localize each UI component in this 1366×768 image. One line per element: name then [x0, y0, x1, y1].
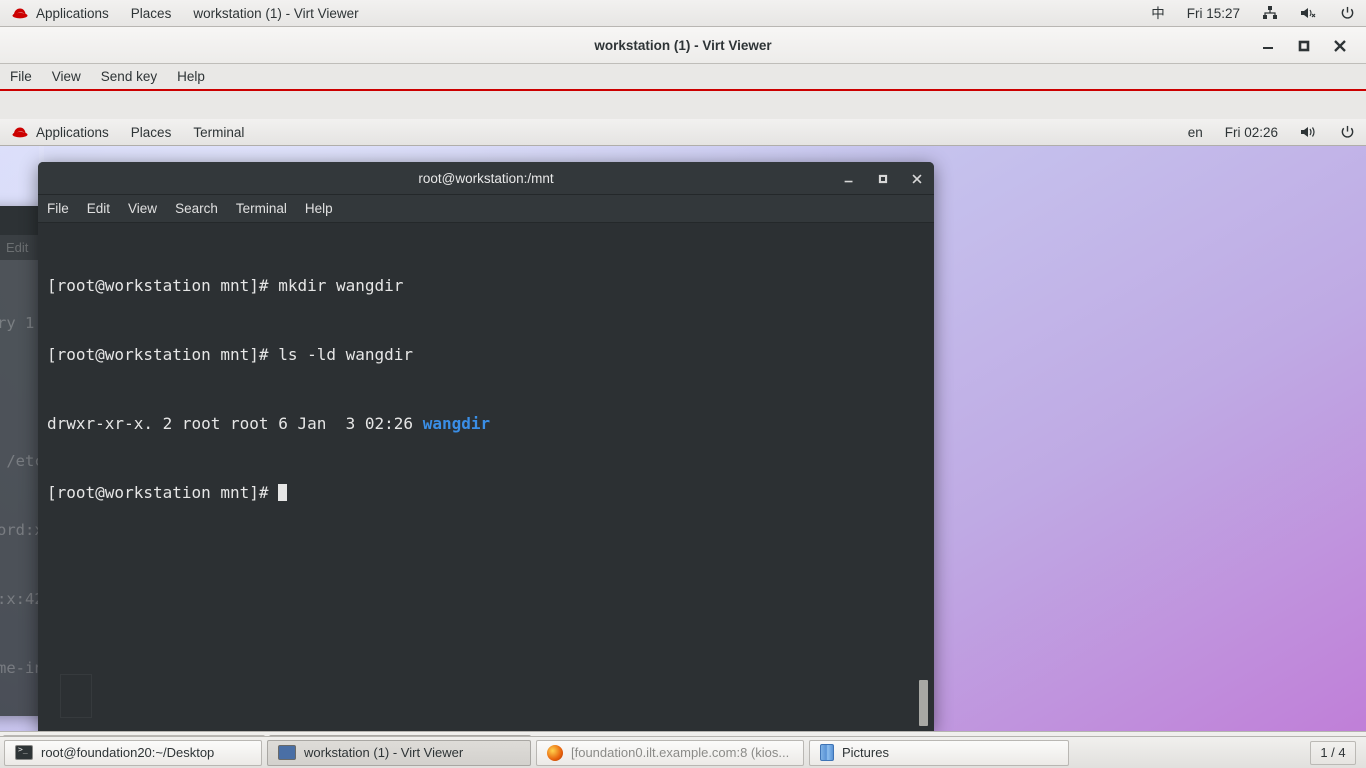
- virt-menu-send-key[interactable]: Send key: [91, 63, 167, 90]
- fg-ls-dirname: wangdir: [422, 414, 491, 433]
- fg-menu-help[interactable]: Help: [296, 195, 342, 223]
- fg-term-line-3: drwxr-xr-x. 2 root root 6 Jan 3 02:26 wa…: [47, 412, 934, 435]
- host-places-label: Places: [130, 5, 172, 21]
- guest-active-app[interactable]: Terminal: [182, 119, 255, 146]
- power-icon: [1341, 6, 1354, 19]
- host-volume-status[interactable]: [1289, 0, 1329, 27]
- host-task-label: [foundation0.ilt.example.com:8 (kios...: [571, 745, 790, 760]
- fg-menu-edit[interactable]: Edit: [78, 195, 119, 223]
- maximize-icon[interactable]: [1296, 38, 1312, 54]
- guest-clock[interactable]: Fri 02:26: [1214, 119, 1289, 146]
- fg-prompt-2: [root@workstation mnt]#: [47, 345, 279, 364]
- guest-places-label: Places: [130, 124, 172, 140]
- minimize-icon[interactable]: [842, 172, 856, 186]
- foreground-terminal-title: root@workstation:/mnt: [418, 171, 554, 186]
- foreground-terminal-window-controls: [842, 162, 924, 195]
- fg-menu-search[interactable]: Search: [166, 195, 227, 223]
- host-task-button-virt-viewer[interactable]: workstation (1) - Virt Viewer: [267, 739, 531, 766]
- host-power-menu[interactable]: [1329, 0, 1366, 27]
- terminal-inner-shadow: [60, 674, 92, 718]
- host-applications-menu[interactable]: Applications: [0, 0, 120, 27]
- terminal-scrollbar[interactable]: [919, 680, 928, 726]
- host-clock-label: Fri 15:27: [1186, 5, 1240, 21]
- host-active-window-label: workstation (1) - Virt Viewer: [193, 5, 359, 21]
- volume-muted-icon: [1301, 8, 1316, 18]
- fg-prompt-3: [root@workstation mnt]#: [47, 483, 279, 502]
- guest-applications-label: Applications: [36, 124, 109, 140]
- fg-menu-view[interactable]: View: [119, 195, 166, 223]
- guest-top-panel: Applications Places Terminal en Fri 02:2…: [0, 119, 1366, 146]
- virt-viewer-window-controls: [1260, 27, 1358, 64]
- close-icon[interactable]: [1332, 38, 1348, 54]
- guest-clock-label: Fri 02:26: [1224, 124, 1278, 140]
- fg-menu-terminal[interactable]: Terminal: [227, 195, 296, 223]
- guest-active-app-label: Terminal: [193, 124, 245, 140]
- virt-menu-help[interactable]: Help: [167, 63, 215, 90]
- foreground-terminal-window[interactable]: root@workstation:/mnt File Edit View Sea…: [38, 162, 934, 731]
- virt-viewer-window: workstation (1) - Virt Viewer File View …: [0, 27, 1366, 763]
- host-task-button-foundation-desktop[interactable]: root@foundation20:~/Desktop: [4, 739, 262, 766]
- foreground-terminal-menubar: File Edit View Search Terminal Help: [38, 195, 934, 223]
- guest-power-menu[interactable]: [1329, 119, 1366, 146]
- terminal-cursor: [278, 484, 288, 501]
- virt-menu-file[interactable]: File: [0, 63, 42, 90]
- host-clock[interactable]: Fri 15:27: [1176, 0, 1251, 27]
- fg-command-2: ls -ld wangdir: [278, 345, 414, 364]
- terminal-icon: [15, 745, 33, 760]
- minimize-icon[interactable]: [1260, 38, 1276, 54]
- fg-command-1: mkdir wangdir: [278, 276, 404, 295]
- pictures-icon: [820, 744, 834, 761]
- fg-ls-output: drwxr-xr-x. 2 root root 6 Jan 3 02:26: [47, 414, 423, 433]
- host-taskbar: root@foundation20:~/Desktop workstation …: [0, 736, 1366, 768]
- maximize-icon[interactable]: [876, 172, 890, 186]
- host-task-button-firefox[interactable]: [foundation0.ilt.example.com:8 (kios...: [536, 739, 804, 766]
- network-icon: [1263, 6, 1277, 19]
- bg-menu-edit[interactable]: Edit: [0, 235, 36, 260]
- host-applications-label: Applications: [36, 5, 109, 21]
- virt-viewer-title: workstation (1) - Virt Viewer: [594, 37, 772, 53]
- fg-term-line-4: [root@workstation mnt]#: [47, 481, 934, 504]
- host-network-status[interactable]: [1251, 0, 1289, 27]
- virt-viewer-menubar: File View Send key Help: [0, 64, 1366, 91]
- host-input-method[interactable]: 中: [1140, 0, 1176, 27]
- host-workspace-indicator[interactable]: 1 / 4: [1310, 740, 1356, 765]
- fg-term-line-1: [root@workstation mnt]# mkdir wangdir: [47, 274, 934, 297]
- firefox-icon: [547, 744, 563, 761]
- host-task-label: root@foundation20:~/Desktop: [41, 745, 215, 760]
- fg-menu-file[interactable]: File: [38, 195, 78, 223]
- power-icon: [1341, 125, 1354, 138]
- guest-keyboard-layout[interactable]: en: [1177, 119, 1214, 146]
- redhat-logo-icon: [12, 127, 28, 138]
- host-task-button-pictures[interactable]: Pictures: [809, 739, 1069, 766]
- host-task-label: Pictures: [842, 745, 889, 760]
- host-places-menu[interactable]: Places: [120, 0, 183, 27]
- virt-viewer-titlebar[interactable]: workstation (1) - Virt Viewer: [0, 27, 1366, 64]
- host-task-label: workstation (1) - Virt Viewer: [304, 745, 464, 760]
- monitor-icon: [278, 745, 296, 760]
- guest-keyboard-layout-label: en: [1187, 124, 1203, 140]
- guest-volume-status[interactable]: [1289, 119, 1329, 146]
- close-icon[interactable]: [910, 172, 924, 186]
- fg-term-line-2: [root@workstation mnt]# ls -ld wangdir: [47, 343, 934, 366]
- virt-menu-view[interactable]: View: [42, 63, 91, 90]
- guest-desktop-wallpaper[interactable]: root@workstation:~/Desktop _ ▫ ✕ File Ed…: [0, 146, 1366, 731]
- host-active-window-title[interactable]: workstation (1) - Virt Viewer: [182, 0, 369, 27]
- fg-prompt-1: [root@workstation mnt]#: [47, 276, 279, 295]
- foreground-terminal-output[interactable]: [root@workstation mnt]# mkdir wangdir [r…: [38, 223, 934, 730]
- guest-screen: Applications Places Terminal en Fri 02:2…: [0, 119, 1366, 763]
- guest-applications-menu[interactable]: Applications: [0, 119, 120, 146]
- input-method-label: 中: [1151, 5, 1165, 21]
- guest-places-menu[interactable]: Places: [120, 119, 183, 146]
- host-top-panel: Applications Places workstation (1) - Vi…: [0, 0, 1366, 27]
- redhat-logo-icon: [12, 8, 28, 19]
- volume-icon: [1301, 127, 1315, 137]
- foreground-terminal-titlebar[interactable]: root@workstation:/mnt: [38, 162, 934, 195]
